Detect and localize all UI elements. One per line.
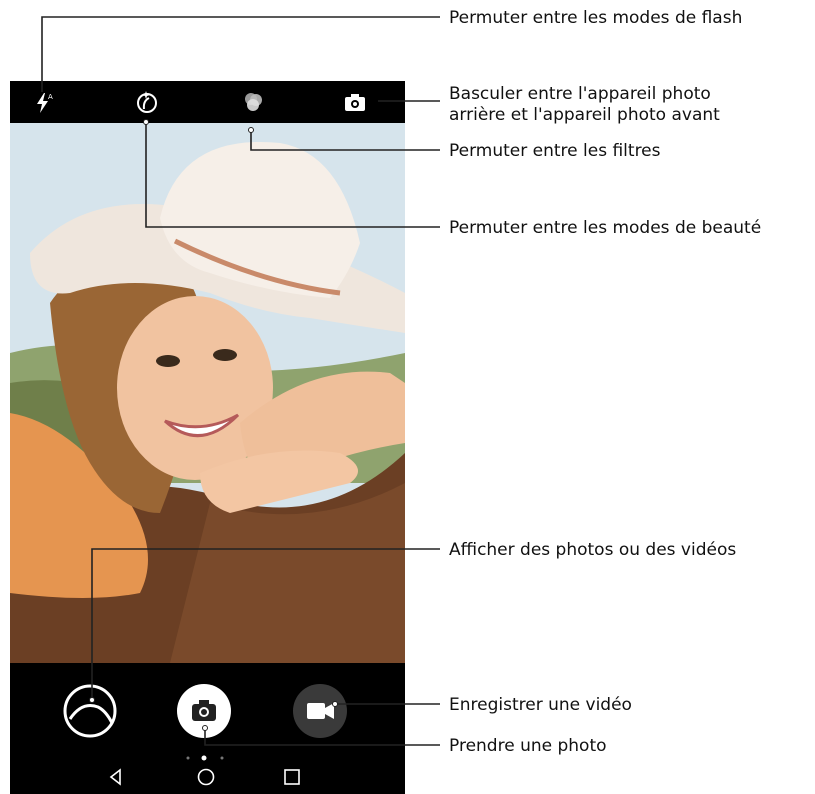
viewfinder-photo [10, 123, 405, 663]
camera-viewfinder[interactable] [10, 123, 405, 663]
switch-camera-icon[interactable] [340, 87, 370, 117]
gallery-icon[interactable] [62, 683, 118, 743]
callout-label-record: Enregistrer une vidéo [449, 695, 632, 715]
filters-icon[interactable] [238, 87, 268, 117]
video-record-button[interactable] [292, 683, 348, 743]
nav-home-icon[interactable] [196, 767, 216, 791]
camera-bottom-controls [10, 663, 405, 794]
callout-label-switch-camera-line2: arrière et l'appareil photo avant [449, 105, 720, 125]
flash-auto-icon[interactable]: A [28, 87, 58, 117]
callout-label-filters: Permuter entre les filtres [449, 141, 661, 161]
nav-back-icon[interactable] [106, 767, 126, 791]
callout-label-flash: Permuter entre les modes de flash [449, 8, 743, 28]
nav-recents-icon[interactable] [282, 767, 302, 791]
shutter-button[interactable] [176, 683, 232, 743]
mode-page-indicator [184, 747, 232, 766]
camera-app-screen: A [10, 81, 405, 794]
svg-text:A: A [48, 93, 53, 101]
beauty-mode-icon[interactable] [132, 87, 162, 117]
callout-label-beauty: Permuter entre les modes de beauté [449, 218, 762, 238]
video-record-icon [293, 684, 347, 738]
callout-label-shutter: Prendre une photo [449, 736, 607, 756]
callout-label-gallery: Afficher des photos ou des vidéos [449, 540, 737, 560]
camera-top-toolbar: A [10, 81, 405, 123]
callout-label-switch-camera-line1: Basculer entre l'appareil photo [449, 84, 711, 104]
camera-shutter-icon [177, 684, 231, 738]
